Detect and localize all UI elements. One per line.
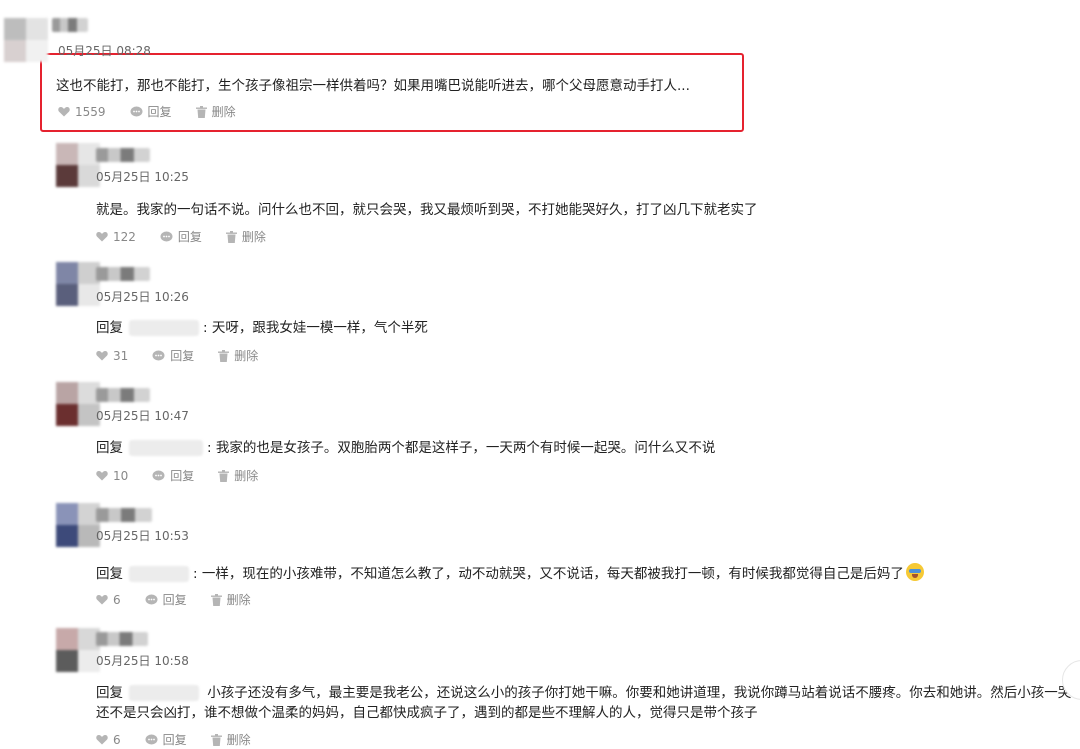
delete-label: 删除: [234, 349, 259, 363]
comment-time: 05月25日 10:26: [96, 290, 189, 304]
like-count: 10: [113, 468, 129, 483]
trash-icon: [195, 105, 207, 118]
avatar[interactable]: [4, 18, 48, 62]
reply-button[interactable]: 回复: [152, 467, 194, 484]
comment-time: 05月25日 08:28: [58, 44, 151, 58]
reply-label: 回复: [170, 469, 195, 483]
crying-laugh-emoji-icon: [905, 563, 924, 581]
delete-label: 删除: [226, 733, 251, 747]
comment-text: 这也不能打，那也不能打，生个孩子像祖宗一样供着吗？如果用嘴巴说能听进去，哪个父母…: [56, 78, 690, 94]
delete-button[interactable]: 删除: [225, 228, 266, 245]
delete-label: 删除: [241, 230, 266, 244]
like-count: 31: [113, 348, 129, 363]
comment-text: 就是。我家的一句话不说。问什么也不回，就只会哭，我又最烦听到哭，不打她能哭好久，…: [96, 202, 758, 218]
reply-label: 回复: [147, 105, 172, 119]
chat-bubble-icon: [152, 350, 165, 360]
reply-prefix: 回复: [96, 440, 123, 456]
comment-time: 05月25日 10:58: [96, 654, 189, 668]
heart-icon: [96, 594, 108, 605]
comment-text: 回复 小孩子还没有多气，最主要是我老公，还说这么小的孩子你打她干嘛。你要和她讲道…: [96, 683, 1072, 723]
delete-button[interactable]: 删除: [210, 591, 251, 608]
avatar[interactable]: [56, 628, 100, 672]
like-count: 6: [113, 732, 121, 747]
comment-text: 回复: 我家的也是女孩子。双胞胎两个都是这样子，一天两个有时候一起哭。问什么又不…: [96, 440, 716, 456]
chat-bubble-icon: [130, 106, 143, 116]
avatar[interactable]: [56, 382, 100, 426]
comment-time: 05月25日 10:53: [96, 529, 189, 543]
comment-actions: 1559 回复 删除: [58, 103, 260, 120]
avatar[interactable]: [56, 143, 100, 187]
trash-icon: [210, 593, 222, 606]
heart-icon: [96, 734, 108, 745]
like-button[interactable]: 6: [96, 733, 121, 747]
like-count: 1559: [75, 104, 106, 119]
reply-button[interactable]: 回复: [130, 103, 172, 120]
like-button[interactable]: 31: [96, 349, 128, 363]
username-blurred[interactable]: [96, 508, 152, 522]
reply-prefix: 回复: [96, 320, 123, 336]
trash-icon: [210, 733, 222, 746]
comment-actions: 10 回复 删除: [96, 467, 282, 484]
chat-bubble-icon: [145, 734, 158, 744]
chat-bubble-icon: [152, 470, 165, 480]
avatar[interactable]: [56, 262, 100, 306]
like-count: 6: [113, 592, 121, 607]
reply-target-blurred[interactable]: [129, 440, 203, 456]
reply-button[interactable]: 回复: [152, 347, 194, 364]
delete-label: 删除: [211, 105, 236, 119]
comment-text: 回复: 一样，现在的小孩难带，不知道怎么教了，动不动就哭，又不说话，每天都被我打…: [96, 563, 924, 584]
delete-button[interactable]: 删除: [210, 731, 251, 748]
like-count: 122: [113, 229, 136, 244]
reply-target-blurred[interactable]: [129, 685, 199, 701]
reply-label: 回复: [162, 593, 187, 607]
like-button[interactable]: 10: [96, 469, 128, 483]
like-button[interactable]: 122: [96, 230, 136, 244]
comment-body: 一样，现在的小孩难带，不知道怎么教了，动不动就哭，又不说话，每天都被我打一顿，有…: [201, 566, 904, 582]
reply-prefix: 回复: [96, 566, 123, 582]
reply-target-blurred[interactable]: [129, 320, 199, 336]
reply-label: 回复: [177, 230, 202, 244]
reply-prefix: 回复: [96, 685, 123, 701]
comment-actions: 6 回复 删除: [96, 591, 275, 608]
comment-actions: 6 回复 删除: [96, 731, 275, 748]
reply-button[interactable]: 回复: [160, 228, 202, 245]
delete-label: 删除: [234, 469, 259, 483]
delete-button[interactable]: 删除: [218, 467, 258, 484]
comment-body: 天呀，跟我女娃一模一样，气个半死: [211, 320, 428, 336]
delete-button[interactable]: 删除: [218, 347, 258, 364]
username-blurred[interactable]: [96, 388, 150, 402]
heart-icon: [96, 470, 108, 481]
trash-icon: [225, 230, 237, 243]
comment-body: 我家的也是女孩子。双胞胎两个都是这样子，一天两个有时候一起哭。问什么又不说: [215, 440, 716, 456]
delete-label: 删除: [226, 593, 251, 607]
avatar[interactable]: [56, 503, 100, 547]
comment-time: 05月25日 10:47: [96, 409, 189, 423]
username-blurred[interactable]: [96, 267, 150, 281]
trash-icon: [218, 469, 230, 482]
reply-button[interactable]: 回复: [145, 591, 187, 608]
reply-button[interactable]: 回复: [145, 731, 187, 748]
delete-button[interactable]: 删除: [195, 103, 236, 120]
reply-label: 回复: [170, 349, 195, 363]
username-blurred[interactable]: [96, 632, 148, 646]
comment-time: 05月25日 10:25: [96, 170, 189, 184]
reply-target-blurred[interactable]: [129, 566, 189, 582]
trash-icon: [218, 349, 230, 362]
reply-label: 回复: [162, 733, 187, 747]
username-blurred[interactable]: [96, 148, 150, 162]
username-blurred[interactable]: [52, 18, 88, 32]
heart-icon: [96, 350, 108, 361]
like-button[interactable]: 1559: [58, 105, 106, 119]
comment-body: 小孩子还没有多气，最主要是我老公，还说这么小的孩子你打她干嘛。你要和她讲道理，我…: [96, 685, 1072, 721]
chat-bubble-icon: [145, 594, 158, 604]
comment-text: 回复: 天呀，跟我女娃一模一样，气个半死: [96, 320, 428, 336]
heart-icon: [58, 106, 70, 117]
like-button[interactable]: 6: [96, 593, 121, 607]
comment-actions: 122 回复 删除: [96, 228, 290, 245]
heart-icon: [96, 231, 108, 242]
comment-actions: 31 回复 删除: [96, 347, 282, 364]
chat-bubble-icon: [160, 231, 173, 241]
